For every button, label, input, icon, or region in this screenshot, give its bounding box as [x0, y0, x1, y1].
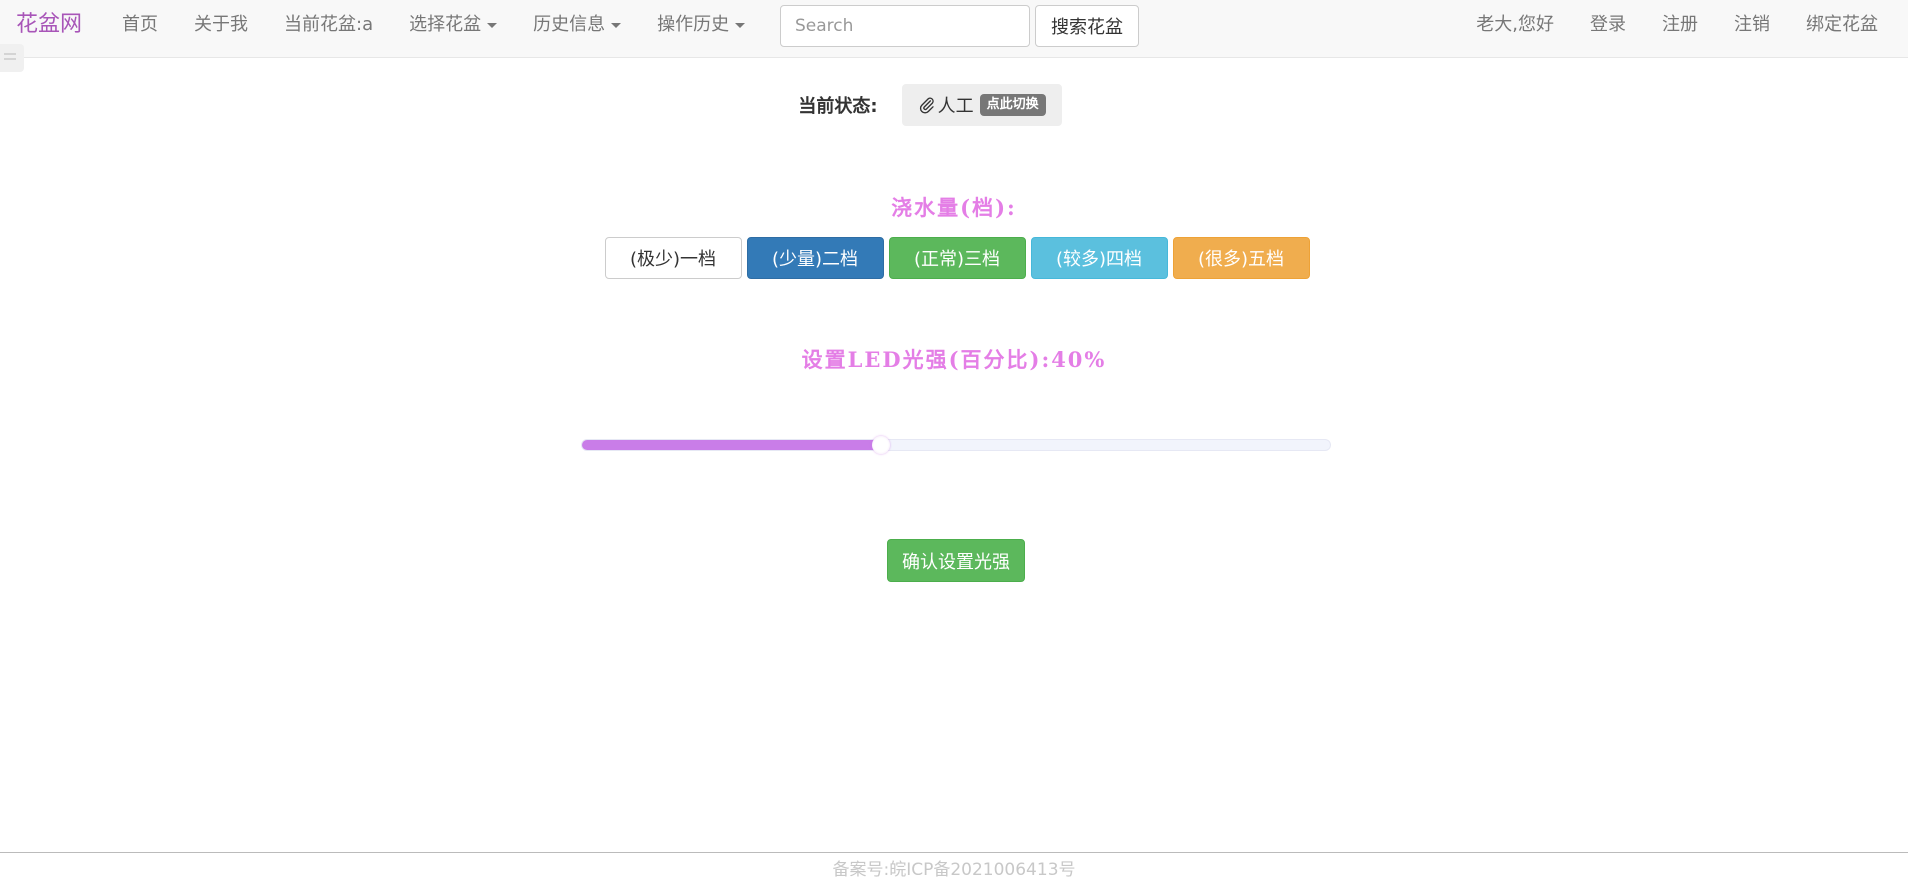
- led-slider-thumb[interactable]: [872, 436, 891, 454]
- nav-bind-pot-label: 绑定花盆: [1806, 14, 1878, 35]
- footer-icp-text: 备案号:皖ICP备2021006413号: [832, 860, 1076, 880]
- nav-current-pot[interactable]: 当前花盆:a: [266, 0, 391, 50]
- sidebar-toggle[interactable]: [0, 44, 24, 72]
- nav-history-info-label: 历史信息: [533, 14, 606, 35]
- water-level-4-button[interactable]: (较多)四档: [1030, 237, 1168, 279]
- nav-current-pot-label: 当前花盆:a: [284, 14, 374, 35]
- nav-register-label: 注册: [1662, 14, 1698, 35]
- top-navbar: 花盆网 首页 关于我 当前花盆:a 选择花盆 历史信息 操作历史 搜索花盆 老大…: [0, 0, 1908, 58]
- water-level-2-button[interactable]: (少量)二档: [746, 237, 884, 279]
- nav-left: 首页 关于我 当前花盆:a 选择花盆 历史信息 操作历史: [104, 0, 763, 50]
- nav-login-label: 登录: [1590, 14, 1626, 35]
- mode-toggle-button[interactable]: 人工 点此切换: [901, 84, 1062, 126]
- nav-select-pot-label: 选择花盆: [409, 14, 482, 35]
- nav-greeting[interactable]: 老大,您好: [1458, 0, 1572, 50]
- paperclip-icon: [919, 97, 934, 114]
- switch-badge: 点此切换: [979, 94, 1046, 116]
- mode-label: 人工: [937, 96, 974, 117]
- nav-operation-history-dropdown[interactable]: 操作历史: [639, 0, 763, 50]
- footer: 备案号:皖ICP备2021006413号: [0, 852, 1908, 881]
- nav-operation-history-label: 操作历史: [657, 14, 730, 35]
- led-intensity-slider[interactable]: [581, 436, 1331, 454]
- led-intensity-title: 设置LED光强(百分比):40%: [801, 347, 1107, 372]
- status-label: 当前状态:: [798, 96, 878, 117]
- search-pot-button[interactable]: 搜索花盆: [1035, 5, 1139, 47]
- caret-down-icon: [487, 22, 498, 28]
- search-form: 搜索花盆: [780, 5, 1139, 47]
- nav-history-info-dropdown[interactable]: 历史信息: [515, 0, 639, 50]
- nav-register[interactable]: 注册: [1644, 0, 1716, 50]
- nav-right: 老大,您好 登录 注册 注销 绑定花盆: [1458, 0, 1896, 50]
- water-level-button-group: (极少)一档 (少量)二档 (正常)三档 (较多)四档 (很多)五档: [0, 237, 1908, 279]
- water-level-3-button[interactable]: (正常)三档: [888, 237, 1026, 279]
- water-level-1-button[interactable]: (极少)一档: [604, 237, 742, 279]
- nav-home[interactable]: 首页: [104, 0, 176, 50]
- nav-logout[interactable]: 注销: [1716, 0, 1788, 50]
- nav-bind-pot[interactable]: 绑定花盆: [1788, 0, 1896, 50]
- search-input[interactable]: [780, 5, 1030, 47]
- nav-home-label: 首页: [122, 14, 158, 35]
- nav-logout-label: 注销: [1734, 14, 1770, 35]
- brand-logo[interactable]: 花盆网: [16, 0, 82, 50]
- confirm-led-button[interactable]: 确认设置光强: [887, 539, 1025, 582]
- water-level-5-button[interactable]: (很多)五档: [1172, 237, 1310, 279]
- nav-about-label: 关于我: [194, 14, 248, 35]
- status-row: 当前状态: 人工 点此切换: [0, 84, 1908, 126]
- nav-select-pot-dropdown[interactable]: 选择花盆: [391, 0, 515, 50]
- water-amount-title: 浇水量(档):: [891, 195, 1017, 220]
- led-slider-fill: [582, 440, 882, 450]
- nav-about[interactable]: 关于我: [176, 0, 266, 50]
- nav-greeting-label: 老大,您好: [1476, 14, 1554, 35]
- menu-line-icon: [4, 53, 16, 55]
- nav-login[interactable]: 登录: [1572, 0, 1644, 50]
- caret-down-icon: [611, 22, 622, 28]
- caret-down-icon: [735, 22, 746, 28]
- menu-line-icon: [4, 58, 16, 60]
